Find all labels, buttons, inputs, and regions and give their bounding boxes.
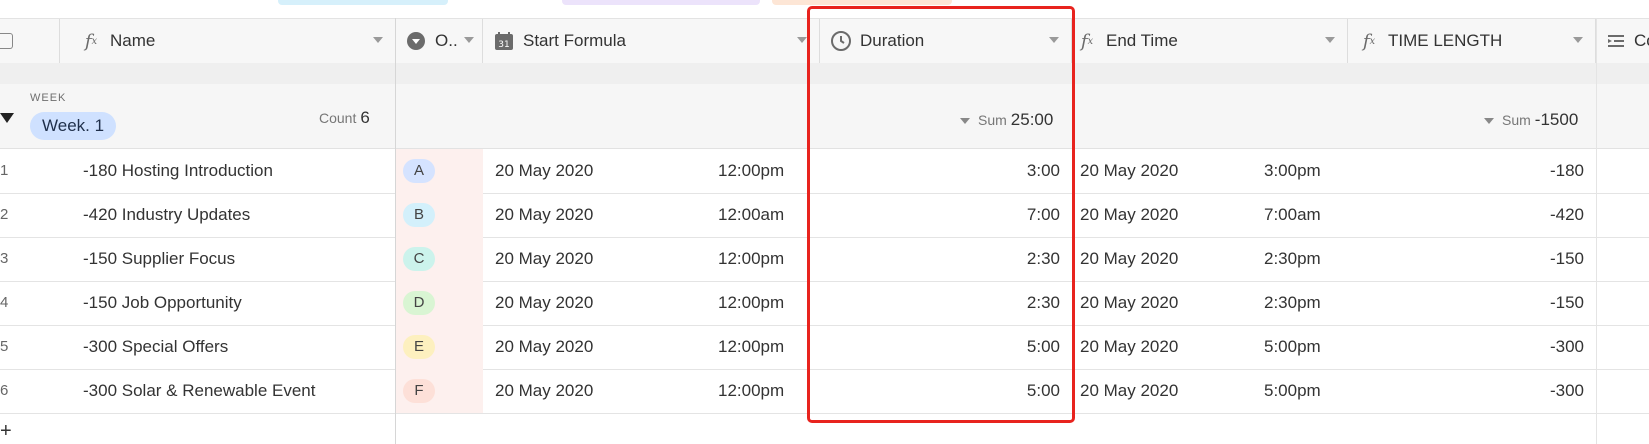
column-header-name-label: Name	[110, 31, 156, 50]
name-cell[interactable]: -150 Supplier Focus	[83, 237, 235, 281]
start-time-cell: 12:00pm	[718, 337, 785, 356]
column-header-next-label: Co	[1634, 31, 1649, 50]
row-number: 1	[0, 162, 9, 179]
column-header-time-length[interactable]: fx TIME LENGTH	[1348, 19, 1596, 63]
chevron-down-icon[interactable]	[1325, 37, 1335, 43]
column-header-end-time-label: End Time	[1106, 31, 1178, 50]
chevron-down-icon[interactable]	[464, 37, 474, 43]
calendar-icon: 31	[493, 30, 515, 52]
row-number: 2	[0, 206, 9, 223]
column-header-next[interactable]: Co	[1596, 19, 1649, 63]
top-pill-orange	[772, 0, 952, 5]
row-number: 3	[0, 250, 9, 267]
end-date-cell[interactable]: 20 May 2020	[1080, 369, 1178, 413]
end-date-cell[interactable]: 20 May 2020	[1080, 193, 1178, 237]
frozen-column-divider	[395, 18, 396, 444]
end-time-cell: 2:30pm	[1264, 249, 1321, 268]
start-date-cell[interactable]: 20 May 2020	[495, 149, 593, 193]
start-date-cell[interactable]: 20 May 2020	[495, 193, 593, 237]
option-badge: A	[403, 159, 435, 183]
time-length-cell[interactable]: -150	[1348, 237, 1584, 281]
time-length-cell[interactable]: -150	[1348, 281, 1584, 325]
column-header-time-length-label: TIME LENGTH	[1388, 31, 1503, 50]
name-cell[interactable]: -150 Job Opportunity	[83, 281, 242, 325]
column-header-option-label: O..	[435, 31, 458, 50]
group-count: Count 6	[319, 108, 370, 128]
start-time-cell: 12:00pm	[718, 249, 785, 268]
end-time-cell: 5:00pm	[1264, 337, 1321, 356]
fx-formula-icon: fx	[1080, 30, 1094, 52]
option-badge: F	[403, 379, 435, 403]
time-length-cell[interactable]: -300	[1348, 325, 1584, 369]
column-header-end-time[interactable]: fx End Time	[1072, 19, 1348, 63]
duration-column-highlight	[807, 6, 1075, 423]
time-length-cell[interactable]: -180	[1348, 149, 1584, 193]
start-time-cell: 12:00am	[718, 205, 785, 224]
end-date-cell[interactable]: 20 May 2020	[1080, 149, 1178, 193]
column-divider	[1596, 18, 1597, 444]
column-header-option[interactable]: O..	[395, 19, 483, 63]
row-number: 4	[0, 294, 9, 311]
chevron-down-icon[interactable]	[797, 37, 807, 43]
group-count-value: 6	[360, 108, 370, 127]
column-header-name[interactable]: fx Name	[60, 19, 395, 63]
start-date-cell[interactable]: 20 May 2020	[495, 325, 593, 369]
start-date-cell[interactable]: 20 May 2020	[495, 281, 593, 325]
start-time-cell: 12:00pm	[718, 381, 785, 400]
option-badge: B	[403, 203, 435, 227]
option-badge: D	[403, 291, 435, 315]
time-length-sum[interactable]: Sum -1500	[1484, 110, 1578, 130]
group-field-label: WEEK	[30, 92, 67, 104]
start-date-cell[interactable]: 20 May 2020	[495, 237, 593, 281]
time-length-cell[interactable]: -300	[1348, 369, 1584, 413]
end-date-cell[interactable]: 20 May 2020	[1080, 325, 1178, 369]
column-header-start-formula-label: Start Formula	[523, 31, 626, 50]
svg-text:31: 31	[498, 40, 509, 50]
select-all-cell[interactable]	[0, 19, 60, 63]
start-time-cell: 12:00pm	[718, 293, 785, 312]
group-count-label: Count	[319, 110, 357, 126]
top-pill-purple	[562, 0, 760, 5]
end-time-cell: 2:30pm	[1264, 293, 1321, 312]
fx-formula-icon: fx	[1362, 30, 1376, 52]
option-badge: E	[403, 335, 435, 359]
name-cell[interactable]: -180 Hosting Introduction	[83, 149, 273, 193]
option-badge: C	[403, 247, 435, 271]
add-row-button[interactable]: +	[0, 420, 12, 443]
collapse-triangle-icon[interactable]	[0, 113, 14, 123]
time-length-cell[interactable]: -420	[1348, 193, 1584, 237]
name-cell[interactable]: -300 Special Offers	[83, 325, 228, 369]
end-date-cell[interactable]: 20 May 2020	[1080, 281, 1178, 325]
select-all-checkbox[interactable]	[0, 33, 13, 49]
top-pill-blue	[278, 0, 448, 5]
end-time-cell: 5:00pm	[1264, 381, 1321, 400]
start-time-cell: 12:00pm	[718, 161, 785, 180]
single-select-icon	[405, 30, 427, 52]
chevron-down-icon[interactable]	[373, 37, 383, 43]
column-header-start-formula[interactable]: 31 Start Formula	[483, 19, 820, 63]
time-length-sum-value: -1500	[1534, 110, 1579, 129]
chevron-down-icon[interactable]	[1573, 37, 1583, 43]
name-cell[interactable]: -420 Industry Updates	[83, 193, 250, 237]
group-value-pill: Week. 1	[30, 112, 117, 140]
chevron-down-icon	[1484, 118, 1494, 125]
name-cell[interactable]: -300 Solar & Renewable Event	[83, 369, 315, 413]
start-date-cell[interactable]: 20 May 2020	[495, 369, 593, 413]
fx-formula-icon: fx	[84, 30, 98, 52]
end-time-cell: 3:00pm	[1264, 161, 1321, 180]
time-length-sum-label: Sum	[1502, 112, 1531, 128]
end-time-cell: 7:00am	[1264, 205, 1321, 224]
row-number: 6	[0, 382, 9, 399]
list-icon	[1606, 30, 1626, 52]
row-number: 5	[0, 338, 9, 355]
end-date-cell[interactable]: 20 May 2020	[1080, 237, 1178, 281]
